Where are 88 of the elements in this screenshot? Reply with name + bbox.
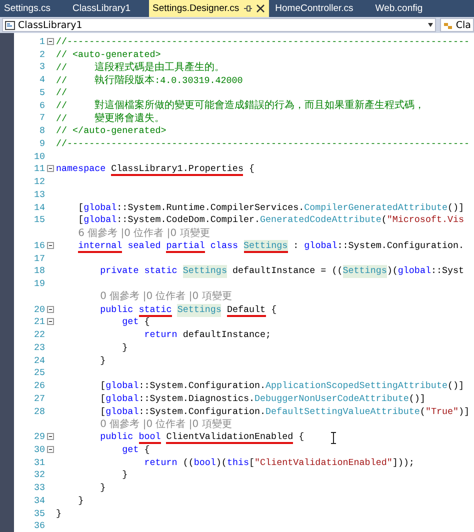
line-number: 16 <box>32 240 45 251</box>
line-number: 13 <box>32 188 45 200</box>
code-line: } <box>56 508 62 519</box>
line-number: 10 <box>32 150 45 162</box>
pin-icon[interactable] <box>243 4 252 13</box>
line-number: 1 <box>38 36 45 47</box>
line-number: 24 <box>32 354 45 366</box>
text-cursor-icon <box>330 432 337 444</box>
code-line: public bool ClientValidationEnabled { <box>99 431 304 442</box>
file-tab[interactable]: HomeController.cs <box>271 0 358 17</box>
member-dropdown[interactable]: Cla <box>440 18 474 32</box>
line-number: 12 <box>32 176 45 188</box>
line-number: 29 <box>32 431 45 442</box>
line-number: 17 <box>32 252 45 264</box>
line-number: 2 <box>38 48 45 60</box>
line-number: 8 <box>38 125 45 136</box>
line-number: 11 <box>32 163 45 174</box>
code-line: // 變更將會遺失。 <box>56 112 165 125</box>
collapse-icon[interactable] <box>47 38 54 45</box>
code-line: // <auto-generated> <box>56 48 161 60</box>
code-line: internal sealed partial class Settings : global::System.Configuration. <box>77 240 464 251</box>
caret-icon <box>428 23 433 27</box>
file-tab[interactable]: Settings.cs <box>0 0 54 17</box>
code-lens[interactable]: 0 個參考 |0 位作者 |0 項變更 <box>100 289 232 304</box>
line-number: 28 <box>32 406 45 417</box>
line-number: 9 <box>38 138 45 149</box>
code-line: // 這段程式碼是由工具產生的。 <box>56 60 225 74</box>
collapse-icon[interactable] <box>47 165 54 172</box>
line-number: 7 <box>38 112 45 124</box>
line-number: 26 <box>32 380 45 392</box>
file-tab[interactable]: ClassLibrary1 <box>68 0 135 17</box>
line-number: 5 <box>38 86 45 98</box>
code-line: } <box>99 354 106 366</box>
code-line: return ((bool)(this["ClientValidationEnabled"])); <box>143 456 414 468</box>
code-line: } <box>121 469 128 480</box>
code-line: public static Settings Default { <box>99 304 277 315</box>
line-number: 4 <box>38 74 45 86</box>
code-line: } <box>99 482 106 494</box>
code-line: // <box>56 86 68 98</box>
line-number: 19 <box>32 278 45 290</box>
line-number: 31 <box>32 456 45 468</box>
code-lens[interactable]: 0 個參考 |0 位作者 |0 項變更 <box>100 416 232 431</box>
code-line: //------------------------------------------------------------------------- <box>56 36 470 47</box>
line-number: 32 <box>32 469 45 480</box>
line-number: 6 <box>38 100 45 111</box>
code-line: //------------------------------------------------------------------------- <box>56 138 470 149</box>
line-number: 18 <box>32 265 45 276</box>
line-number: 36 <box>32 520 45 532</box>
line-number: 30 <box>32 444 45 455</box>
collapse-icon[interactable] <box>47 242 54 249</box>
code-line: // 執行階段版本:4.0.30319.42000 <box>56 74 243 87</box>
code-line: // </auto-generated> <box>56 125 166 136</box>
line-number: 25 <box>32 367 45 378</box>
line-number: 21 <box>32 316 45 328</box>
class-icon <box>442 20 453 30</box>
line-number: 34 <box>32 494 45 506</box>
line-number: 14 <box>32 202 45 213</box>
code-line: namespace ClassLibrary1.Properties { <box>56 163 254 174</box>
code-line: private static Settings defaultInstance = ((Settings)(global::Syst <box>99 265 464 276</box>
line-number: 33 <box>32 482 45 494</box>
code-line: [global::System.Diagnostics.DebuggerNonUserCodeAttribute()] <box>99 392 426 404</box>
file-tab[interactable]: Settings.Designer.cs <box>148 0 270 17</box>
close-icon[interactable] <box>256 4 266 13</box>
code-line: get { <box>121 444 150 455</box>
code-line: // 對這個檔案所做的變更可能會造成錯誤的行為，而且如果重新產生程式碼， <box>56 98 425 112</box>
code-line: } <box>121 342 128 353</box>
project-icon <box>5 20 15 30</box>
code-line: [global::System.CodeDom.Compiler.GeneratedCodeAttribute("Microsoft.Vis <box>77 214 464 226</box>
line-number: 20 <box>32 304 45 315</box>
line-number: 22 <box>32 329 45 340</box>
collapse-icon[interactable] <box>47 306 54 313</box>
collapse-icon[interactable] <box>47 318 54 326</box>
project-dropdown[interactable]: ClassLibrary1 <box>2 18 436 32</box>
code-line: } <box>77 494 84 506</box>
collapse-icon[interactable] <box>47 433 54 440</box>
line-number: 27 <box>32 392 45 404</box>
collapse-icon[interactable] <box>47 446 54 453</box>
line-number: 35 <box>32 508 45 519</box>
line-number: 3 <box>38 61 45 72</box>
file-tab[interactable]: Web.config <box>371 0 427 17</box>
line-number: 15 <box>32 214 45 226</box>
code-line: [global::System.Runtime.CompilerServices.CompilerGeneratedAttribute()] <box>77 202 464 213</box>
code-line: get { <box>121 316 150 328</box>
code-line: [global::System.Configuration.ApplicationScopedSettingAttribute()] <box>99 380 464 392</box>
code-lens[interactable]: 6 個參考 |0 位作者 |0 項變更 <box>78 226 210 240</box>
code-line: [global::System.Configuration.DefaultSettingValueAttribute("True")] <box>99 406 470 417</box>
code-line: return defaultInstance; <box>143 329 272 340</box>
line-number: 23 <box>32 342 45 353</box>
